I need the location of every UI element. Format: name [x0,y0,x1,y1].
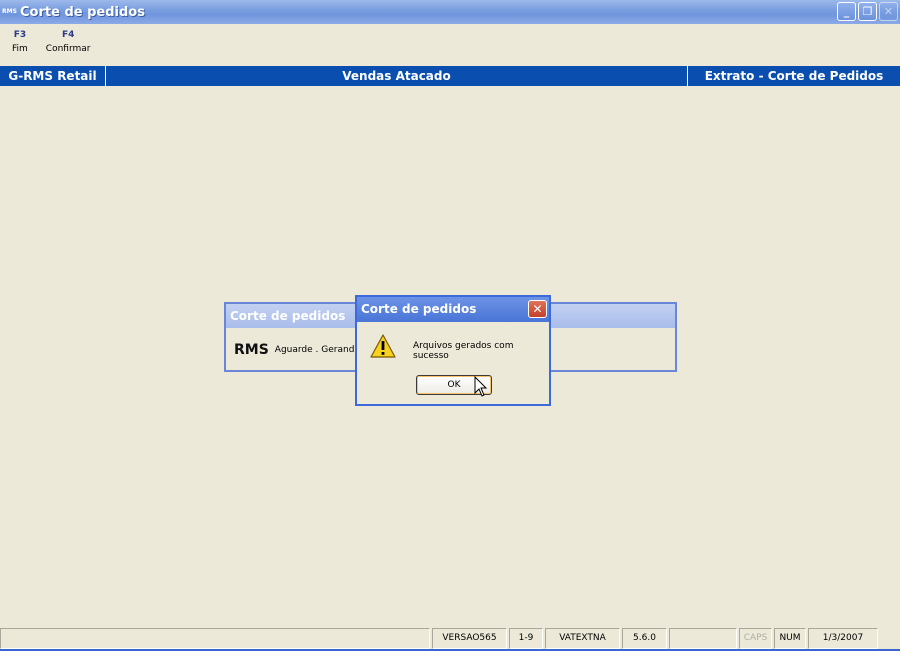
status-num: NUM [774,628,806,649]
status-program: VATEXTNA [545,628,620,649]
status-message-cell [0,628,430,649]
minimize-icon[interactable]: _ [837,2,856,21]
status-range: 1-9 [509,628,543,649]
rms-logo: RMS [234,342,269,358]
close-icon[interactable]: ✕ [879,2,898,21]
message-box: Corte de pedidos ✕ Arquivos gerados com … [355,295,551,406]
message-text: Arquivos gerados com sucesso [413,341,514,361]
message-box-title: Corte de pedidos [361,302,477,316]
fkey-label: Confirmar [45,44,91,54]
window-title: Corte de pedidos [20,4,145,20]
window-controls: _ ❐ ✕ [837,2,898,21]
fkey-f4-button[interactable]: F4 Confirmar [46,30,91,64]
function-key-toolbar: F3 Fim F4 Confirmar [0,30,97,64]
fkey-key: F3 [13,30,27,40]
warning-icon [370,334,396,358]
close-icon[interactable]: ✕ [528,300,547,318]
header-band: G-RMS Retail Vendas Atacado Extrato - Co… [0,66,900,86]
status-empty-cell [669,628,737,649]
header-system-name: G-RMS Retail [0,66,106,86]
status-caps: CAPS [739,628,772,649]
restore-icon[interactable]: ❐ [858,2,877,21]
message-box-titlebar[interactable]: Corte de pedidos ✕ [357,297,549,322]
fkey-label: Fim [12,44,28,54]
header-screen-name: Extrato - Corte de Pedidos [704,69,884,83]
status-bar: VERSAO565 1-9 VATEXTNA 5.6.0 CAPS NUM 1/… [0,628,900,649]
status-release: 5.6.0 [622,628,667,649]
fkey-f3-button[interactable]: F3 Fim [12,30,28,64]
fkey-key: F4 [61,30,75,40]
progress-message: Aguarde . Gerand [274,345,355,355]
window-titlebar[interactable]: RMS Corte de pedidos _ ❐ ✕ [0,0,900,24]
header-module-name: Vendas Atacado [106,66,688,86]
status-date: 1/3/2007 [808,628,878,649]
mouse-cursor-icon [474,376,488,397]
status-version: VERSAO565 [432,628,507,649]
app-icon: RMS [2,8,17,15]
